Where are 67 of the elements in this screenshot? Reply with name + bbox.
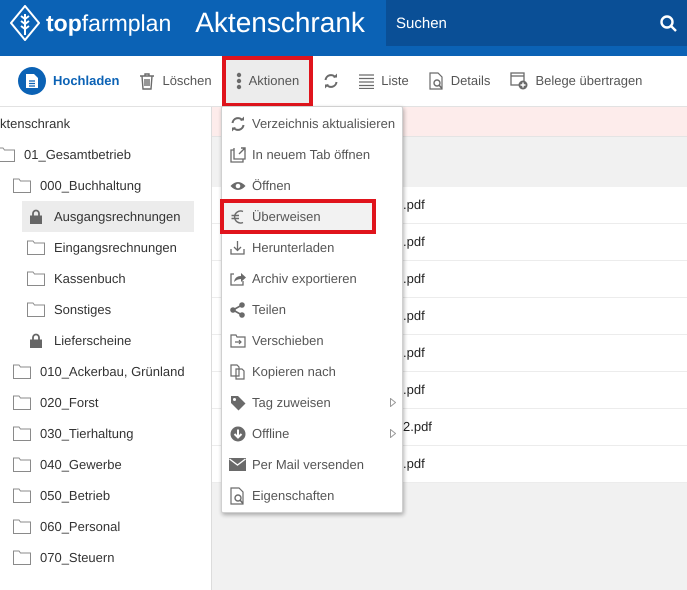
folder-tree-item[interactable]: Sonstiges bbox=[22, 294, 120, 325]
folder-icon bbox=[13, 488, 31, 503]
menu-item[interactable]: Per Mail versenden bbox=[222, 449, 402, 480]
window-plus-icon bbox=[510, 72, 528, 90]
folder-icon bbox=[13, 550, 31, 565]
folder-icon bbox=[27, 240, 45, 255]
toolbar-button[interactable]: Aktionen bbox=[222, 56, 314, 106]
toolbar-button[interactable]: Löschen bbox=[129, 56, 222, 106]
lock-icon bbox=[30, 209, 42, 224]
refresh-icon bbox=[323, 73, 340, 89]
folder-tree-item[interactable]: Ausgangsrechnungen bbox=[22, 201, 194, 232]
vertical-dots-icon bbox=[236, 72, 242, 90]
folder-tree-item[interactable]: Kassenbuch bbox=[22, 263, 134, 294]
folder-arrow-icon bbox=[230, 334, 246, 348]
folder-tree-item[interactable]: 060_Personal bbox=[8, 511, 128, 542]
folder-icon bbox=[13, 519, 31, 534]
folder-tree-item[interactable]: 050_Betrieb bbox=[8, 480, 118, 511]
folder-icon bbox=[27, 271, 45, 286]
menu-item[interactable]: Eigenschaften bbox=[222, 480, 402, 511]
document-search-icon bbox=[230, 486, 245, 504]
trash-icon bbox=[139, 72, 156, 90]
folder-icon bbox=[13, 426, 31, 441]
folder-icon bbox=[13, 395, 31, 410]
wheat-logo-icon bbox=[10, 5, 40, 41]
search-field[interactable]: Suchen bbox=[386, 0, 687, 46]
menu-item[interactable]: Offline bbox=[222, 418, 402, 449]
folder-tree-item[interactable]: 01_Gesamtbetrieb bbox=[0, 139, 139, 170]
menu-item[interactable]: Archiv exportieren bbox=[222, 263, 402, 294]
folder-tree-item[interactable]: 040_Gewerbe bbox=[8, 449, 130, 480]
folder-tree-item[interactable]: Lieferscheine bbox=[22, 325, 140, 356]
search-icon[interactable] bbox=[660, 15, 677, 32]
brand-name: topfarmplan bbox=[46, 12, 172, 34]
download-icon bbox=[230, 240, 245, 255]
external-link-icon bbox=[230, 146, 246, 162]
euro-icon bbox=[230, 208, 244, 224]
folder-tree-item[interactable]: 030_Tierhaltung bbox=[8, 418, 142, 449]
toolbar-button[interactable]: Liste bbox=[349, 56, 419, 106]
download-circle-icon bbox=[230, 426, 246, 442]
folder-tree-item[interactable]: 000_Buchhaltung bbox=[8, 170, 150, 201]
folder-icon bbox=[13, 364, 31, 379]
share-export-icon bbox=[230, 271, 246, 286]
page-title: Aktenschrank bbox=[195, 9, 365, 37]
folder-icon bbox=[13, 178, 31, 193]
menu-item[interactable]: In neuem Tab öffnen bbox=[222, 139, 402, 170]
toolbar-button[interactable]: Hochladen bbox=[8, 56, 130, 106]
menu-item[interactable]: Herunterladen bbox=[222, 232, 402, 263]
toolbar-button[interactable]: Belege übertragen bbox=[500, 56, 652, 106]
tag-icon bbox=[230, 394, 246, 410]
menu-item[interactable]: Überweisen bbox=[222, 201, 374, 232]
eye-icon bbox=[230, 180, 246, 190]
share-icon bbox=[230, 302, 245, 318]
list-icon bbox=[359, 74, 374, 88]
folder-tree-item[interactable]: 020_Forst bbox=[8, 387, 107, 418]
menu-item[interactable]: Verzeichnis aktualisieren bbox=[222, 108, 402, 139]
folder-icon bbox=[13, 457, 31, 472]
folder-tree-item[interactable]: 070_Steuern bbox=[8, 542, 122, 573]
folder-icon bbox=[27, 302, 45, 317]
document-search-icon bbox=[428, 72, 444, 90]
envelope-icon bbox=[229, 458, 246, 471]
tree-root-label[interactable]: ktenschrank bbox=[0, 114, 70, 134]
folder-tree-item[interactable]: Eingangsrechnungen bbox=[22, 232, 185, 263]
upload-icon bbox=[18, 67, 46, 95]
copy-icon bbox=[230, 364, 245, 380]
toolbar-button[interactable]: Details bbox=[418, 56, 500, 106]
folder-tree-item[interactable]: 010_Ackerbau, Grünland bbox=[8, 356, 193, 387]
refresh-icon bbox=[230, 116, 246, 132]
lock-icon bbox=[30, 333, 42, 348]
